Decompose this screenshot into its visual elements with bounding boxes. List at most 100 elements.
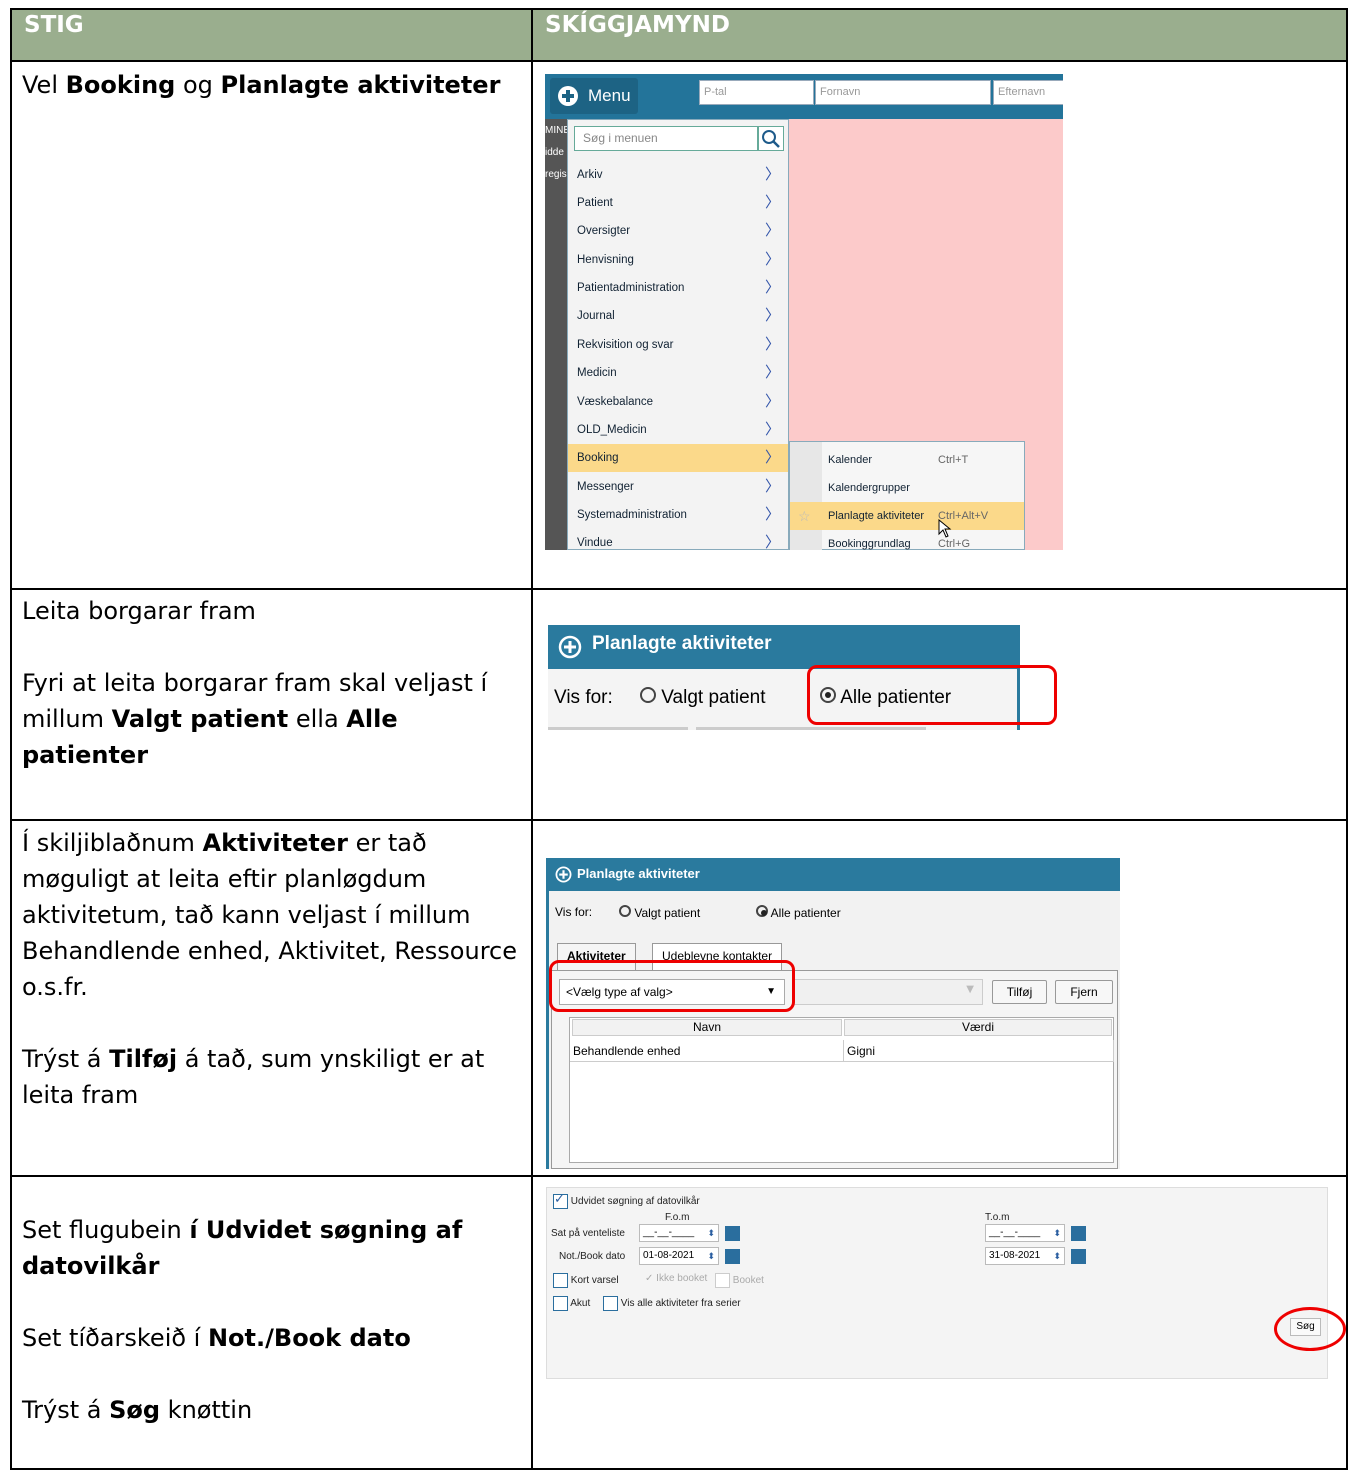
column-divider (531, 10, 533, 1470)
radio-icon (619, 905, 631, 917)
spin-icon: ⬍ (707, 1228, 715, 1238)
kort-varsel-checkbox[interactable]: Kort varsel (553, 1273, 619, 1288)
chevron-right-icon: 〉 (764, 478, 780, 495)
chevron-right-icon: 〉 (764, 194, 780, 211)
column-vaerdi: Værdi (844, 1019, 1112, 1036)
ptal-field[interactable]: P-tal (699, 80, 814, 105)
table-row-value[interactable]: Gigni (844, 1040, 1114, 1062)
booking-submenu: Kalender Ctrl+T Kalendergrupper ☆ Planlagt… (789, 441, 1025, 550)
star-icon[interactable]: ☆ (798, 502, 811, 530)
highlight-sog-button (1274, 1307, 1346, 1351)
menu-button-label: Menu (588, 86, 631, 105)
menu-item-patientadministration[interactable]: Patientadministration 〉 (568, 274, 788, 302)
datovilkar-screenshot: Udvidet søgning af datovilkår F.o.m T.o.… (546, 1187, 1328, 1379)
row-divider (12, 1175, 1346, 1177)
chevron-right-icon: 〉 (764, 251, 780, 268)
spin-icon: ⬍ (1053, 1228, 1061, 1238)
menu-item-systemadministration[interactable]: Systemadministration 〉 (568, 501, 788, 529)
tom-label: T.o.m (985, 1212, 1010, 1223)
menu-search-input[interactable]: Søg i menuen (574, 126, 758, 151)
table-row-name[interactable]: Behandlende enhed (570, 1040, 844, 1062)
plus-icon (558, 86, 578, 106)
left-fragment: regis (545, 169, 567, 180)
step-2-text: Leita borgarar fram Fyri at leita borgar… (22, 597, 488, 769)
checkbox-icon (553, 1296, 568, 1311)
submenu-item-kalender[interactable]: Kalender Ctrl+T (790, 446, 1024, 474)
vis-for-label: Vis for: (555, 905, 593, 919)
menu-item-henvisning[interactable]: Henvisning 〉 (568, 246, 788, 274)
serier-checkbox[interactable]: Vis alle aktiviteter fra serier (603, 1296, 741, 1311)
booket-checkbox[interactable]: Booket (715, 1273, 764, 1288)
chevron-right-icon: 〉 (764, 307, 780, 324)
plus-icon (558, 635, 582, 659)
menu-item-vaeskebalance[interactable]: Væskebalance 〉 (568, 388, 788, 416)
left-panel: MINE idde regis (545, 119, 570, 550)
menu-screenshot: Menu P-tal Fornavn Efternavn MINE idde r… (545, 74, 1063, 550)
spin-icon: ⬍ (707, 1251, 715, 1261)
menu-item-messenger[interactable]: Messenger 〉 (568, 473, 788, 501)
radio-valgt-patient[interactable]: Valgt patient (640, 687, 766, 709)
menu-item-oversigter[interactable]: Oversigter 〉 (568, 217, 788, 245)
search-icon[interactable] (758, 126, 784, 151)
notbook-to-date[interactable]: 31-08-2021 ⬍ (985, 1247, 1065, 1265)
menu-item-vindue[interactable]: Vindue 〉 (568, 529, 788, 550)
aktiviteter-screenshot: Planlagte aktiviteter Vis for: Valgt pat… (546, 858, 1120, 1169)
notbook-label: Not./Book dato (559, 1251, 626, 1262)
plus-icon (555, 866, 572, 883)
efternavn-field[interactable]: Efternavn (993, 80, 1063, 105)
venteliste-label: Sat på venteliste (551, 1228, 625, 1239)
header-stig: STIG (24, 12, 84, 38)
highlight-type-select (549, 960, 795, 1012)
udvidet-checkbox[interactable]: Udvidet søgning af datovilkår (553, 1191, 700, 1209)
tilfoj-button[interactable]: Tilføj (992, 980, 1047, 1004)
checkbox-checked-icon (553, 1191, 568, 1209)
calendar-icon[interactable] (1071, 1249, 1086, 1264)
criteria-grid: Navn Værdi Behandlende enhed Gigni (569, 1017, 1114, 1163)
window-title: Planlagte aktiviteter (577, 866, 700, 881)
chevron-right-icon: 〉 (764, 421, 780, 438)
menu-item-arkiv[interactable]: Arkiv 〉 (568, 161, 788, 189)
chevron-right-icon: 〉 (764, 166, 780, 183)
submenu-item-bookinggrundlag[interactable]: Bookinggrundlag Ctrl+G (790, 530, 1024, 550)
value-select[interactable]: ▼ (793, 979, 983, 1005)
venteliste-from-date[interactable]: __-__-____ ⬍ (639, 1224, 719, 1242)
menu-item-old-medicin[interactable]: OLD_Medicin 〉 (568, 416, 788, 444)
checkbox-icon (553, 1273, 568, 1288)
calendar-icon[interactable] (725, 1249, 740, 1264)
submenu-item-planlagte-aktiviteter[interactable]: ☆ Planlagte aktiviteter Ctrl+Alt+V (790, 502, 1024, 530)
fornavn-field[interactable]: Fornavn (815, 80, 991, 105)
checkbox-icon (715, 1273, 730, 1288)
divider (548, 727, 688, 730)
window-title: Planlagte aktiviteter (592, 633, 772, 654)
column-navn: Navn (572, 1019, 842, 1036)
menu-item-rekvisition[interactable]: Rekvisition og svar 〉 (568, 331, 788, 359)
step-4-text: Set flugubein í Udvidet søgning af datov… (22, 1216, 463, 1424)
mouse-cursor-icon (938, 519, 952, 538)
calendar-icon[interactable] (725, 1226, 740, 1241)
submenu-item-kalendergrupper[interactable]: Kalendergrupper (790, 474, 1024, 502)
radio-alle-patienter[interactable]: Alle patienter (756, 905, 841, 920)
step-1-text: Vel Booking og Planlagte aktiviteter (22, 71, 501, 99)
main-menu: Søg i menuen Arkiv 〉 Patient 〉 Oversigter 〉… (567, 119, 789, 550)
highlight-alle-patienter (807, 665, 1057, 725)
divider (696, 727, 926, 730)
fom-label: F.o.m (665, 1212, 690, 1223)
radio-valgt-patient[interactable]: Valgt patient (619, 905, 700, 920)
menu-button[interactable]: Menu (550, 78, 638, 114)
checkbox-icon (603, 1296, 618, 1311)
notbook-from-date[interactable]: 01-08-2021 ⬍ (639, 1247, 719, 1265)
chevron-right-icon: 〉 (764, 506, 780, 523)
fjern-button[interactable]: Fjern (1055, 980, 1113, 1004)
ikke-booket-checkbox[interactable]: ✓ Ikke booket (645, 1273, 707, 1284)
menu-item-medicin[interactable]: Medicin 〉 (568, 359, 788, 387)
step-3-text: Í skiljiblaðnum Aktiviteter er tað møgul… (22, 829, 517, 1109)
radio-icon (640, 687, 656, 703)
row-divider (12, 588, 1346, 590)
menu-item-booking[interactable]: Booking 〉 (568, 444, 788, 472)
menu-item-journal[interactable]: Journal 〉 (568, 302, 788, 330)
calendar-icon[interactable] (1071, 1226, 1086, 1241)
menu-item-patient[interactable]: Patient 〉 (568, 189, 788, 217)
venteliste-to-date[interactable]: __-__-____ ⬍ (985, 1224, 1065, 1242)
header-skiggjamynd: SKÍGGJAMYND (545, 12, 730, 38)
akut-checkbox[interactable]: Akut (553, 1296, 590, 1311)
